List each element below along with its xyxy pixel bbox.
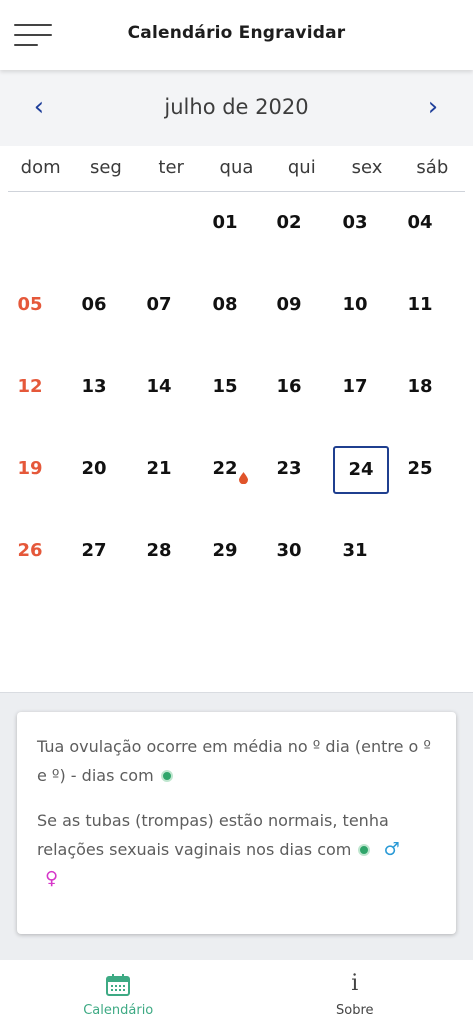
calendar-day[interactable]: 14: [131, 362, 187, 412]
calendar-day[interactable]: 22: [197, 444, 253, 494]
calendar-day[interactable]: 08: [197, 280, 253, 330]
weekday-label: ter: [158, 157, 184, 178]
calendar-day[interactable]: 07: [131, 280, 187, 330]
app-title: Calendário Engravidar: [127, 23, 346, 43]
male-symbol-icon: ♂: [383, 839, 400, 860]
calendar-day[interactable]: 01: [197, 198, 253, 248]
calendar-day[interactable]: 12: [2, 362, 58, 412]
calendar-day[interactable]: 30: [261, 526, 317, 576]
calendar-day[interactable]: 11: [392, 280, 448, 330]
calendar-day[interactable]: 21: [131, 444, 187, 494]
tubes-text: Se as tubas (trompas) estão normais, ten…: [37, 811, 389, 859]
weekday-label: dom: [20, 157, 61, 178]
weekday-label: sex: [351, 157, 383, 178]
calendar-day[interactable]: 26: [2, 526, 58, 576]
ovulation-text: Tua ovulação ocorre em média no º dia (e…: [37, 737, 431, 785]
tab-about[interactable]: i Sobre: [237, 960, 473, 1024]
calendar-day[interactable]: 27: [66, 526, 122, 576]
calendar-day[interactable]: 23: [261, 444, 317, 494]
weekday-label: qui: [287, 157, 316, 178]
calendar-icon: [105, 973, 131, 1001]
month-title: julho de 2020: [164, 95, 309, 119]
calendar-day[interactable]: 18: [392, 362, 448, 412]
calendar-day[interactable]: 28: [131, 526, 187, 576]
app-bar: Calendário Engravidar: [0, 0, 473, 70]
calendar-day[interactable]: 17: [327, 362, 383, 412]
calendar-day[interactable]: 20: [66, 444, 122, 494]
calendar-day[interactable]: 19: [2, 444, 58, 494]
weekday-label: sáb: [416, 157, 449, 178]
month-navigation: ‹ julho de 2020 ›: [0, 70, 473, 146]
calendar-day[interactable]: 05: [2, 280, 58, 330]
tubes-info: Se as tubas (trompas) estão normais, ten…: [37, 806, 438, 893]
tab-about-label: Sobre: [335, 1003, 374, 1018]
calendar-day[interactable]: 03: [327, 198, 383, 248]
calendar-day[interactable]: 15: [197, 362, 253, 412]
ovulation-info: Tua ovulação ocorre em média no º dia (e…: [37, 732, 438, 790]
weekday-header: dom seg ter qua qui sex sáb: [8, 146, 465, 192]
calendar-day[interactable]: 31: [327, 526, 383, 576]
calendar-day[interactable]: 10: [327, 280, 383, 330]
calendar-grid: 01 02 03 04 05 06 07 08 09 10 11 12 13 14 15 16 17 18 19 20…: [0, 192, 473, 692]
calendar-day[interactable]: 04: [392, 198, 448, 248]
fertile-dot-icon: [160, 770, 173, 782]
calendar-day[interactable]: 02: [261, 198, 317, 248]
calendar-day[interactable]: 09: [261, 280, 317, 330]
info-icon: i: [351, 971, 359, 996]
fertile-dot-icon: [358, 844, 371, 856]
calendar-day[interactable]: 24: [333, 446, 389, 494]
chevron-right-icon[interactable]: ›: [418, 92, 448, 122]
period-drop-icon: [239, 472, 248, 484]
calendar-day[interactable]: 25: [392, 444, 448, 494]
female-symbol-icon: ♀: [45, 868, 59, 889]
tab-calendar-label: Calendário: [83, 1003, 154, 1018]
tab-calendar[interactable]: Calendário: [0, 960, 237, 1024]
bottom-navigation: Calendário i Sobre: [0, 960, 473, 1024]
weekday-label: qua: [219, 157, 254, 178]
calendar-day[interactable]: 16: [261, 362, 317, 412]
weekday-label: seg: [89, 157, 122, 178]
calendar-day[interactable]: 13: [66, 362, 122, 412]
calendar-day[interactable]: 29: [197, 526, 253, 576]
info-card: Tua ovulação ocorre em média no º dia (e…: [17, 712, 456, 934]
calendar-day[interactable]: 06: [66, 280, 122, 330]
